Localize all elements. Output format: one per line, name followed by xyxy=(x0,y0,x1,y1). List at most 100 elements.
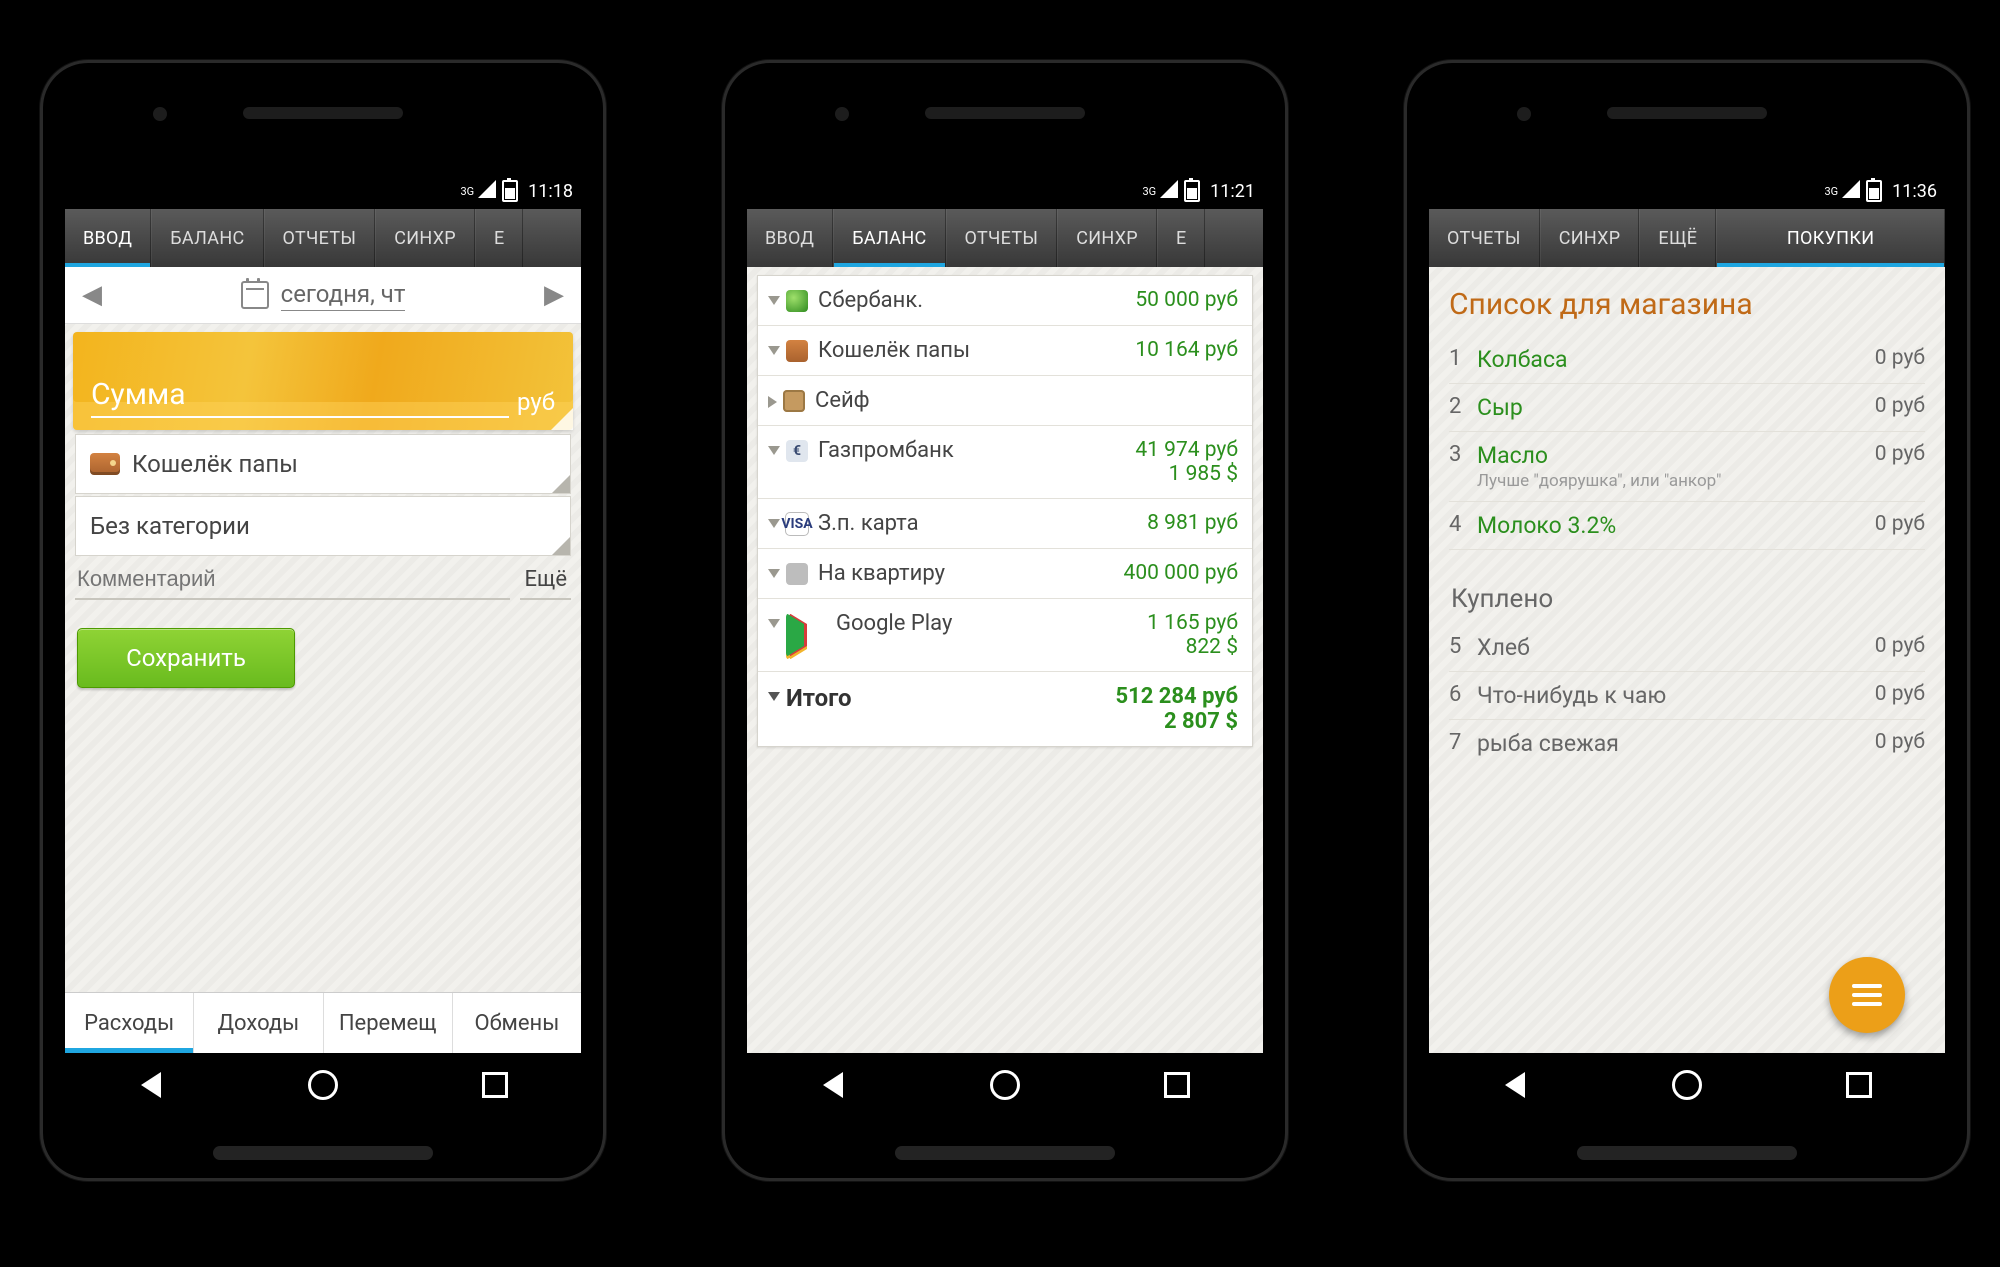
dropdown-corner-icon xyxy=(551,408,573,430)
tab-reports[interactable]: ОТЧЕТЫ xyxy=(1429,209,1540,267)
signal-label: 3G xyxy=(1824,185,1838,198)
category-select[interactable]: Без категории xyxy=(75,496,571,556)
date-label: сегодня, чт xyxy=(281,280,406,311)
tab-more[interactable]: ЕЩЁ xyxy=(1639,209,1716,267)
item-title: Что-нибудь к чаю xyxy=(1477,682,1666,709)
account-row[interactable]: Кошелёк папы 10 164 руб xyxy=(758,326,1252,376)
nav-back-button[interactable] xyxy=(810,1062,856,1108)
tab-balance[interactable]: БАЛАНС xyxy=(151,209,263,267)
item-price: 0 руб xyxy=(1875,512,1925,536)
account-name: З.п. карта xyxy=(818,511,1147,536)
account-amount: 1 985 $ xyxy=(1135,462,1238,486)
bank-sber-icon xyxy=(786,290,808,312)
list-item[interactable]: 5 Хлеб 0 руб xyxy=(1449,624,1925,672)
nav-back-button[interactable] xyxy=(128,1062,174,1108)
account-row[interactable]: Сейф xyxy=(758,376,1252,426)
nav-home-button[interactable] xyxy=(300,1062,346,1108)
comment-input[interactable] xyxy=(75,560,510,600)
account-amount: 1 165 руб xyxy=(1147,611,1238,635)
chevron-right-icon xyxy=(768,396,777,408)
account-row[interactable]: З.п. карта 8 981 руб xyxy=(758,499,1252,549)
chevron-down-icon xyxy=(768,446,780,455)
date-picker[interactable]: сегодня, чт xyxy=(241,280,406,311)
date-next-button[interactable]: ▶ xyxy=(537,278,571,312)
safe-icon xyxy=(783,390,805,412)
item-title: Сыр xyxy=(1477,394,1523,421)
item-title: Колбаса xyxy=(1477,346,1568,373)
account-amount: 10 164 руб xyxy=(1135,338,1238,362)
phone-frame-3: 3G 11:36 ОТЧЕТЫ СИНХР ЕЩЁ ПОКУПКИ Список… xyxy=(1404,60,1970,1181)
nav-recent-button[interactable] xyxy=(1154,1062,1200,1108)
tab-reports[interactable]: ОТЧЕТЫ xyxy=(264,209,376,267)
speaker-slit xyxy=(243,107,403,119)
account-row[interactable]: На квартиру 400 000 руб xyxy=(758,549,1252,599)
tab-balance[interactable]: БАЛАНС xyxy=(833,209,945,267)
chevron-down-icon xyxy=(768,296,780,305)
btab-expenses[interactable]: Расходы xyxy=(65,993,194,1053)
save-button[interactable]: Сохранить xyxy=(77,628,295,688)
item-title: Молоко 3.2% xyxy=(1477,512,1616,539)
google-play-icon xyxy=(786,613,826,657)
chevron-down-icon xyxy=(768,619,780,628)
nav-home-button[interactable] xyxy=(1664,1062,1710,1108)
nav-recent-button[interactable] xyxy=(472,1062,518,1108)
item-title: Хлеб xyxy=(1477,634,1530,661)
screen-2: 3G 11:21 ВВОД БАЛАНС ОТЧЕТЫ СИНХР Е Сбер… xyxy=(747,173,1263,1053)
signal-icon xyxy=(1160,180,1178,203)
tab-sync[interactable]: СИНХР xyxy=(375,209,475,267)
signal-icon xyxy=(478,180,496,203)
item-price: 0 руб xyxy=(1875,730,1925,754)
item-number: 5 xyxy=(1449,634,1477,659)
tab-reports[interactable]: ОТЧЕТЫ xyxy=(946,209,1058,267)
menu-icon xyxy=(1852,1002,1882,1006)
fab-menu-button[interactable] xyxy=(1829,957,1905,1033)
date-prev-button[interactable]: ◀ xyxy=(75,278,109,312)
tab-sync[interactable]: СИНХР xyxy=(1540,209,1640,267)
amount-placeholder: Сумма xyxy=(91,377,509,418)
item-number: 2 xyxy=(1449,394,1477,419)
item-subtitle: Лучше "доярушка", или "анкор" xyxy=(1477,471,1867,491)
status-clock: 11:21 xyxy=(1210,181,1255,202)
wallet-icon xyxy=(90,453,120,475)
balance-content: Сбербанк. 50 000 руб Кошелёк папы 10 164… xyxy=(747,267,1263,1053)
item-title: рыба свежая xyxy=(1477,730,1619,757)
account-name: Газпромбанк xyxy=(818,438,1135,463)
list-item[interactable]: 6 Что-нибудь к чаю 0 руб xyxy=(1449,672,1925,720)
list-item[interactable]: 7 рыба свежая 0 руб xyxy=(1449,720,1925,767)
list-item[interactable]: 1 Колбаса 0 руб xyxy=(1449,336,1925,384)
account-select[interactable]: Кошелёк папы xyxy=(75,434,571,494)
account-row[interactable]: Газпромбанк 41 974 руб 1 985 $ xyxy=(758,426,1252,499)
account-amount: 8 981 руб xyxy=(1147,511,1238,535)
speaker-slit xyxy=(925,107,1085,119)
tab-sync[interactable]: СИНХР xyxy=(1057,209,1157,267)
home-bar xyxy=(213,1146,433,1160)
nav-back-button[interactable] xyxy=(1492,1062,1538,1108)
item-price: 0 руб xyxy=(1875,346,1925,370)
top-tabs: ОТЧЕТЫ СИНХР ЕЩЁ ПОКУПКИ xyxy=(1429,209,1945,267)
item-price: 0 руб xyxy=(1875,634,1925,658)
account-row[interactable]: Сбербанк. 50 000 руб xyxy=(758,276,1252,326)
tab-purchases[interactable]: ПОКУПКИ xyxy=(1716,209,1945,267)
tab-input[interactable]: ВВОД xyxy=(65,209,151,267)
total-row[interactable]: Итого 512 284 руб 2 807 $ xyxy=(758,672,1252,746)
btab-exchange[interactable]: Обмены xyxy=(453,993,581,1053)
btab-transfer[interactable]: Перемещ xyxy=(324,993,453,1053)
android-nav-bar xyxy=(65,1056,581,1114)
nav-home-button[interactable] xyxy=(982,1062,1028,1108)
comment-more-button[interactable]: Ещё xyxy=(520,561,571,600)
btab-income[interactable]: Доходы xyxy=(194,993,323,1053)
tab-more-cut[interactable]: Е xyxy=(1157,209,1206,267)
home-bar xyxy=(895,1146,1115,1160)
amount-currency: руб xyxy=(517,388,555,416)
top-tabs: ВВОД БАЛАНС ОТЧЕТЫ СИНХР Е xyxy=(747,209,1263,267)
account-row[interactable]: Google Play 1 165 руб 822 $ xyxy=(758,599,1252,672)
signal-icon xyxy=(1842,180,1860,203)
list-item[interactable]: 3 Масло Лучше "доярушка", или "анкор" 0 … xyxy=(1449,432,1925,502)
list-item[interactable]: 2 Сыр 0 руб xyxy=(1449,384,1925,432)
tab-more-cut[interactable]: Е xyxy=(475,209,524,267)
amount-input[interactable]: Сумма руб xyxy=(73,332,573,430)
tab-input[interactable]: ВВОД xyxy=(747,209,833,267)
signal-label: 3G xyxy=(460,185,474,198)
nav-recent-button[interactable] xyxy=(1836,1062,1882,1108)
list-item[interactable]: 4 Молоко 3.2% 0 руб xyxy=(1449,502,1925,550)
